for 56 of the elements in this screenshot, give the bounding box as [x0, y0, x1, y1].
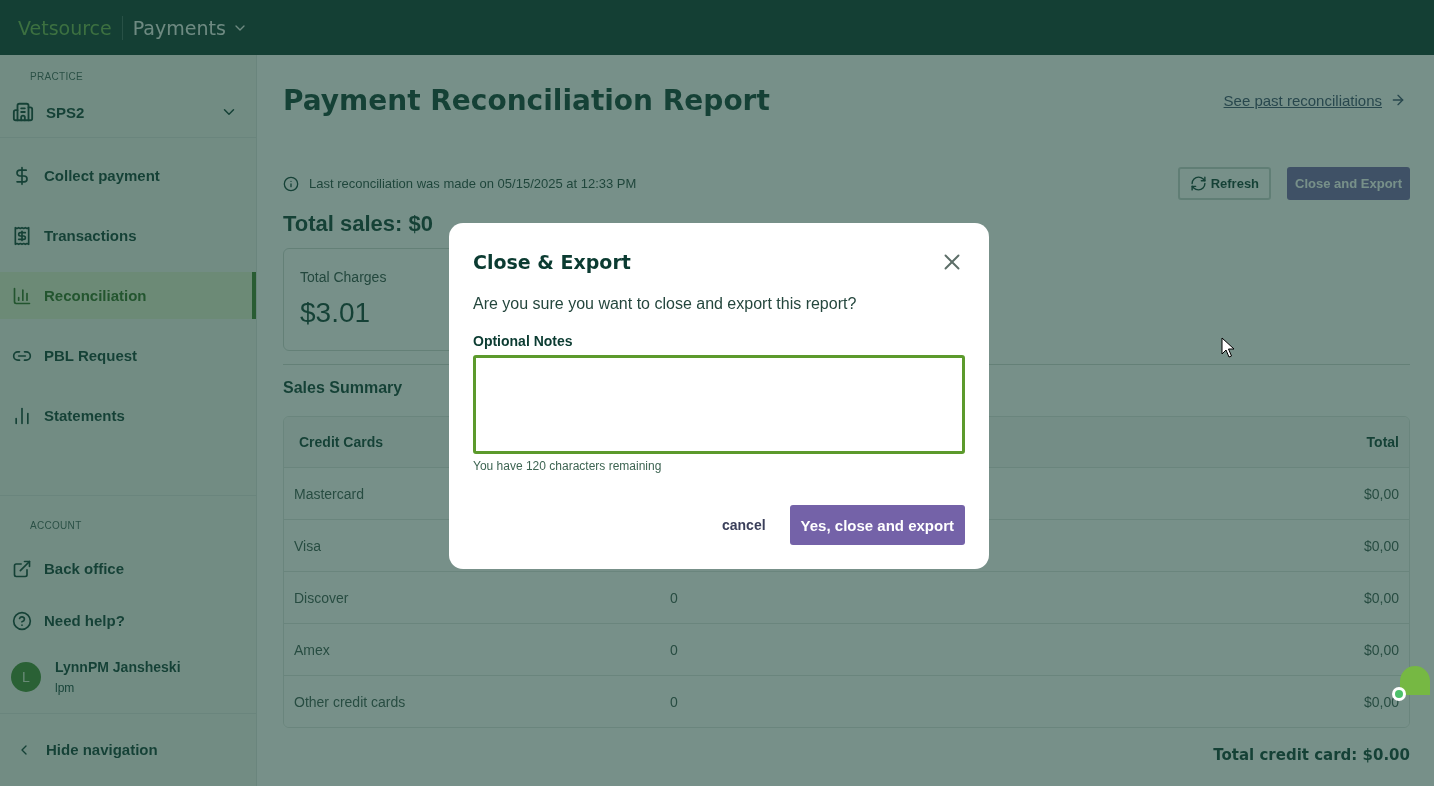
card-value: $3.01	[300, 297, 371, 329]
table-cell: 0	[670, 693, 678, 710]
table-cell: $0,00	[1363, 641, 1399, 658]
receipt-icon	[12, 225, 32, 246]
table-cell: $0,00	[1363, 589, 1399, 606]
table-cell: Mastercard	[294, 485, 365, 502]
notes-field[interactable]	[473, 355, 965, 454]
practice-name: SPS2	[46, 103, 86, 121]
nav-item[interactable]: PBL Request	[0, 332, 256, 379]
practice-selector[interactable]: SPS2	[0, 87, 256, 138]
nav-item[interactable]: Statements	[0, 392, 256, 439]
nav-item[interactable]: Transactions	[0, 212, 256, 259]
table-cell: 0	[670, 589, 678, 606]
table-cell: Amex	[294, 641, 330, 658]
table-cell: 0	[670, 641, 678, 658]
user-avatar: L	[11, 662, 41, 692]
table-cell: Discover	[294, 589, 349, 606]
product-menu[interactable]: Payments	[132, 16, 248, 39]
page-title: Payment Reconciliation Report	[283, 83, 770, 117]
nav-item[interactable]: Collect payment	[0, 152, 256, 199]
nav-item[interactable]: Need help?	[0, 597, 256, 644]
info-icon	[283, 175, 299, 192]
refresh-icon	[1189, 175, 1207, 192]
table-cell: $0,00	[1363, 537, 1399, 554]
section-label: PRACTICE	[29, 70, 84, 82]
card-label: Total Charges	[300, 269, 387, 285]
column-header: Credit Cards	[298, 434, 384, 450]
past-reconciliations-link[interactable]: See past reconciliations	[1223, 91, 1406, 109]
hide-navigation-button[interactable]: Hide navigation	[0, 726, 256, 773]
confirm-button[interactable]: Yes, close and export	[789, 505, 965, 545]
help-icon	[12, 610, 32, 631]
section-label: ACCOUNT	[29, 519, 83, 533]
table-cell: Visa	[294, 537, 321, 554]
nav-item[interactable]: Reconciliation	[0, 272, 256, 319]
section-title: Sales Summary	[283, 379, 404, 397]
bar-chart-icon	[12, 405, 32, 426]
arrow-right-icon	[1390, 92, 1406, 108]
cancel-button[interactable]: cancel	[722, 517, 766, 533]
user-handle: lpm	[55, 681, 76, 695]
nav-item[interactable]: Back office	[0, 545, 256, 592]
building-icon	[12, 101, 34, 123]
dialog-question: Are you sure you want to close and export this report?	[473, 295, 858, 313]
bar-chart-icon	[12, 285, 32, 306]
total-sales: Total sales: $0	[283, 211, 433, 237]
table-cell: $0,00	[1363, 485, 1399, 502]
last-reconciliation-note: Last reconciliation was made on 05/15/2025 at 12:33 PM	[309, 176, 638, 191]
column-header: Total	[1366, 434, 1399, 450]
notes-label: Optional Notes	[473, 333, 574, 349]
total-credit-card-label: Total credit card: $0.00	[1213, 746, 1410, 764]
external-link-icon	[12, 558, 32, 579]
cursor-icon	[1221, 337, 1235, 358]
refresh-button[interactable]: Refresh	[1177, 167, 1272, 200]
table-cell: Other credit cards	[294, 693, 406, 710]
user-name: LynnPM Jansheski	[55, 659, 181, 675]
dialog-title: Close & Export	[473, 251, 631, 273]
characters-remaining: You have 120 characters remaining	[473, 459, 663, 473]
